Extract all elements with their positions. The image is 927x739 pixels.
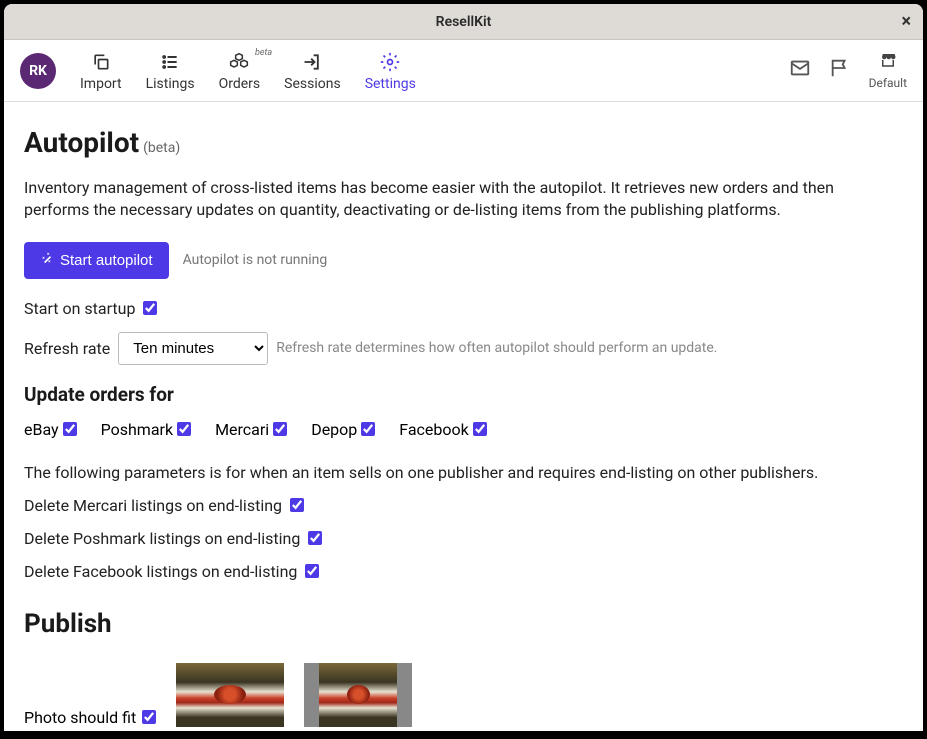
photo-fit-checkbox[interactable] (142, 710, 156, 724)
store-selector[interactable]: Default (869, 51, 907, 90)
content-scroll[interactable]: Autopilot (beta) Inventory management of… (4, 102, 923, 731)
copy-icon (91, 50, 111, 74)
nav-import[interactable]: Import (70, 46, 132, 96)
photo-preview-fill (176, 663, 284, 727)
publish-heading: Publish (24, 609, 903, 639)
nav-label: Listings (146, 76, 195, 92)
platform-depop-checkbox[interactable] (361, 422, 375, 436)
page-description: Inventory management of cross-listed ite… (24, 177, 903, 222)
toolbar: RK Import Listings beta Orders Sessions (4, 40, 923, 102)
refresh-rate-label: Refresh rate (24, 339, 110, 358)
platform-label: Facebook (399, 420, 468, 439)
store-label: Default (869, 76, 907, 90)
beta-tag: (beta) (143, 140, 180, 156)
platform-label: Poshmark (101, 420, 173, 439)
nav-label: Settings (365, 76, 416, 92)
mail-icon[interactable] (789, 57, 811, 84)
endlisting-label: Delete Mercari listings on end-listing (24, 496, 282, 515)
platform-mercari-checkbox[interactable] (273, 422, 287, 436)
app-logo[interactable]: RK (20, 53, 56, 89)
delete-facebook-checkbox[interactable] (305, 564, 319, 578)
login-icon (302, 50, 322, 74)
platform-label: eBay (24, 420, 59, 439)
nav-sessions[interactable]: Sessions (274, 46, 351, 96)
button-label: Start autopilot (60, 252, 153, 269)
start-on-startup-checkbox[interactable] (143, 301, 157, 315)
delete-poshmark-checkbox[interactable] (308, 531, 322, 545)
autopilot-status: Autopilot is not running (183, 252, 328, 268)
platform-label: Mercari (215, 420, 269, 439)
window-title: ResellKit (436, 14, 492, 30)
photo-preview-fit (304, 663, 412, 727)
endlisting-label: Delete Facebook listings on end-listing (24, 562, 297, 581)
refresh-rate-helper: Refresh rate determines how often autopi… (276, 340, 717, 356)
store-icon (878, 51, 898, 74)
beta-badge: beta (255, 48, 272, 58)
endlisting-label: Delete Poshmark listings on end-listing (24, 529, 300, 548)
nav-settings[interactable]: Settings (355, 46, 426, 96)
update-orders-heading: Update orders for (24, 383, 903, 406)
flag-icon[interactable] (829, 57, 851, 84)
endlisting-intro: The following parameters is for when an … (24, 463, 903, 482)
delete-mercari-checkbox[interactable] (290, 498, 304, 512)
platform-label: Depop (311, 420, 357, 439)
platform-poshmark-checkbox[interactable] (177, 422, 191, 436)
photo-fit-label: Photo should fit (24, 708, 136, 727)
list-icon (160, 50, 180, 74)
page-heading: Autopilot (24, 126, 139, 159)
start-autopilot-button[interactable]: Start autopilot (24, 242, 169, 279)
nav-label: Import (80, 76, 122, 92)
refresh-rate-select[interactable]: Ten minutes (118, 332, 268, 365)
close-icon[interactable]: × (901, 11, 911, 32)
platform-ebay-checkbox[interactable] (63, 422, 77, 436)
gear-icon (380, 50, 400, 74)
start-on-startup-label: Start on startup (24, 299, 135, 318)
nav-orders[interactable]: beta Orders (209, 46, 271, 96)
nav-label: Sessions (284, 76, 341, 92)
platform-facebook-checkbox[interactable] (473, 422, 487, 436)
wand-icon (40, 252, 54, 269)
nav-label: Orders (219, 76, 261, 92)
titlebar: ResellKit × (4, 4, 923, 40)
cubes-icon (228, 50, 250, 74)
nav-listings[interactable]: Listings (136, 46, 205, 96)
